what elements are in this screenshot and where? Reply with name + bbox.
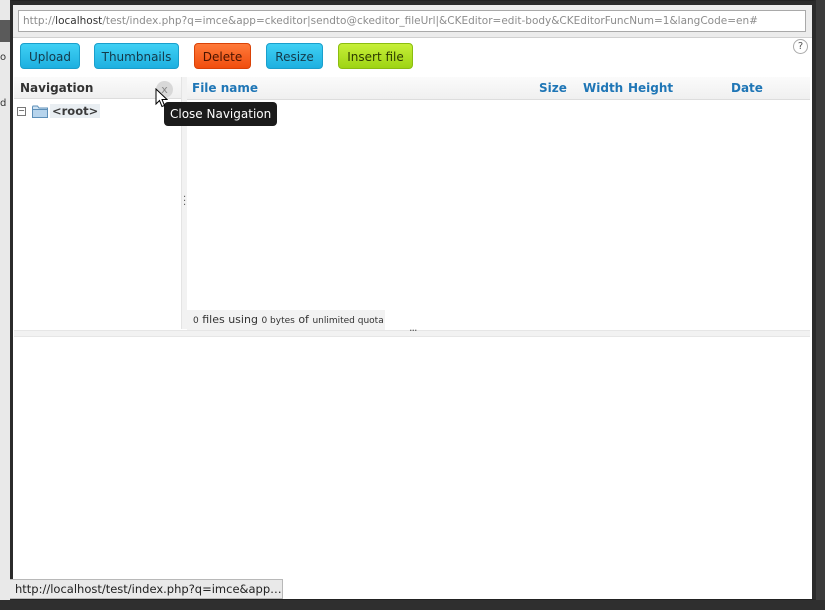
column-header-date[interactable]: Date <box>731 77 763 99</box>
url-host: localhost <box>55 15 103 27</box>
file-list-status: 0 files using 0 bytes of unlimited quota <box>187 310 385 330</box>
mouse-pointer-icon <box>155 88 168 108</box>
background-text-fragment: d <box>0 98 7 109</box>
insert-file-button[interactable]: Insert file <box>338 43 413 69</box>
file-preview-area <box>14 337 810 599</box>
browser-status-url: http://localhost/test/index.php?q=imce&a… <box>10 579 283 599</box>
file-list-pane: File name Size Width Height Date 0 files… <box>187 77 810 330</box>
file-count: 0 <box>193 316 199 326</box>
thumbnails-button[interactable]: Thumbnails <box>94 43 179 69</box>
help-icon[interactable]: ? <box>793 39 808 54</box>
address-bar-area: http://localhost/test/index.php?q=imce&a… <box>13 5 812 38</box>
resize-button[interactable]: Resize <box>266 43 323 69</box>
url-path: /test/index.php?q=imce&app=ckeditor|send… <box>102 15 758 27</box>
imce-toolbar: Upload Thumbnails Delete Resize Insert f… <box>13 41 812 73</box>
navigation-title: Navigation <box>20 81 94 95</box>
folder-icon <box>32 105 48 118</box>
delete-button[interactable]: Delete <box>194 43 251 69</box>
column-header-size[interactable]: Size <box>539 77 567 99</box>
url-scheme: http:// <box>23 15 56 27</box>
tree-collapse-toggle[interactable]: − <box>17 107 26 116</box>
column-header-file-name[interactable]: File name <box>192 77 258 99</box>
background-tab <box>0 20 10 42</box>
vertical-splitter-grip-icon[interactable]: · · · <box>183 193 186 211</box>
background-bottom-strip <box>0 600 825 610</box>
imce-popup-window: http://localhost/test/index.php?q=imce&a… <box>10 0 816 600</box>
files-using-text: files using <box>202 313 258 326</box>
navigation-pane: Navigation x − <root> <box>14 77 182 329</box>
used-bytes: 0 bytes <box>261 316 295 326</box>
address-bar[interactable]: http://localhost/test/index.php?q=imce&a… <box>18 10 806 32</box>
column-header-height[interactable]: Height <box>628 77 673 99</box>
upload-button[interactable]: Upload <box>20 43 80 69</box>
tree-item-label[interactable]: <root> <box>50 104 101 118</box>
close-navigation-tooltip: Close Navigation <box>164 102 278 126</box>
of-text: of <box>298 313 309 326</box>
quota-text: unlimited quota <box>312 316 384 326</box>
background-text-fragment: o <box>0 52 7 63</box>
horizontal-splitter-grip-icon[interactable]: ··· <box>409 324 417 337</box>
file-list-header: File name Size Width Height Date <box>187 77 810 100</box>
column-header-width[interactable]: Width <box>583 77 623 99</box>
